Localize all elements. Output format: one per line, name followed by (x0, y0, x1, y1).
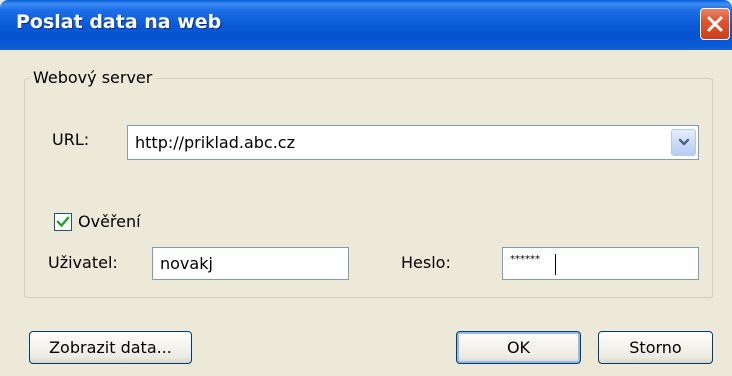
url-combobox[interactable]: http://priklad.abc.cz (127, 125, 699, 160)
user-value: novakj (160, 254, 213, 273)
title-bar[interactable]: Poslat data na web (0, 0, 732, 50)
url-value: http://priklad.abc.cz (135, 133, 295, 152)
cancel-button[interactable]: Storno (598, 331, 713, 364)
show-data-button[interactable]: Zobrazit data... (29, 331, 192, 364)
password-label: Heslo: (401, 253, 451, 272)
auth-checkbox[interactable] (54, 213, 72, 231)
auth-label[interactable]: Ověření (78, 212, 141, 232)
dialog-window: Poslat data na web Webový server URL: ht… (0, 0, 732, 376)
url-label: URL: (52, 130, 90, 149)
url-dropdown-button[interactable] (671, 129, 696, 156)
password-value: ****** (510, 254, 540, 265)
window-title: Poslat data na web (16, 11, 222, 33)
ok-button[interactable]: OK (456, 331, 581, 364)
text-caret (555, 254, 556, 275)
close-icon (707, 16, 723, 32)
user-input[interactable]: novakj (152, 247, 349, 280)
close-button[interactable] (700, 8, 730, 40)
password-input[interactable]: ****** (502, 247, 699, 280)
user-label: Uživatel: (48, 253, 118, 272)
chevron-down-icon (678, 138, 689, 145)
group-legend: Webový server (30, 66, 156, 90)
checkmark-icon (56, 216, 70, 228)
